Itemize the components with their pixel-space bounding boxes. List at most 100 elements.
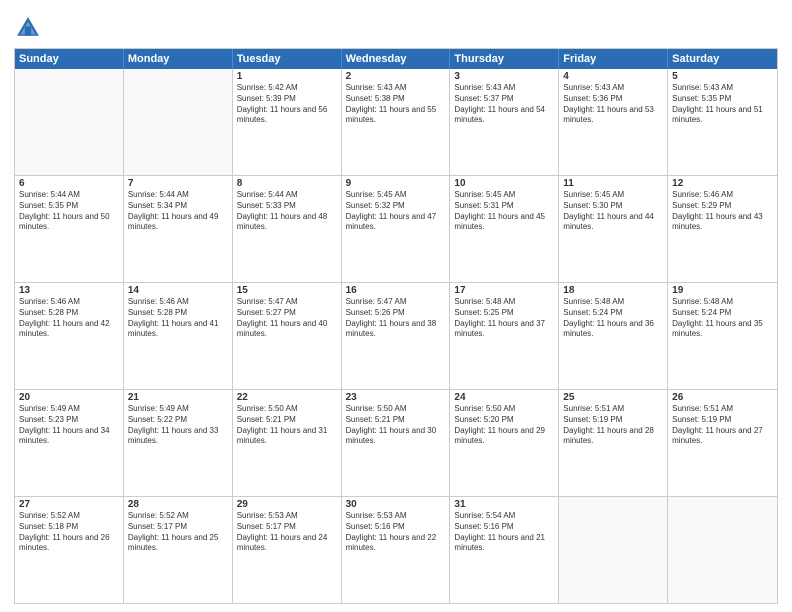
calendar-day-25: 25Sunrise: 5:51 AM Sunset: 5:19 PM Dayli… — [559, 390, 668, 496]
day-info: Sunrise: 5:44 AM Sunset: 5:34 PM Dayligh… — [128, 190, 228, 233]
day-info: Sunrise: 5:43 AM Sunset: 5:36 PM Dayligh… — [563, 83, 663, 126]
day-number: 31 — [454, 499, 554, 510]
weekday-header-wednesday: Wednesday — [342, 49, 451, 69]
calendar-day-5: 5Sunrise: 5:43 AM Sunset: 5:35 PM Daylig… — [668, 69, 777, 175]
day-number: 23 — [346, 392, 446, 403]
day-info: Sunrise: 5:50 AM Sunset: 5:21 PM Dayligh… — [237, 404, 337, 447]
day-number: 4 — [563, 71, 663, 82]
calendar-day-18: 18Sunrise: 5:48 AM Sunset: 5:24 PM Dayli… — [559, 283, 668, 389]
calendar: SundayMondayTuesdayWednesdayThursdayFrid… — [14, 48, 778, 604]
day-info: Sunrise: 5:48 AM Sunset: 5:24 PM Dayligh… — [563, 297, 663, 340]
day-number: 24 — [454, 392, 554, 403]
day-info: Sunrise: 5:48 AM Sunset: 5:24 PM Dayligh… — [672, 297, 773, 340]
calendar-day-8: 8Sunrise: 5:44 AM Sunset: 5:33 PM Daylig… — [233, 176, 342, 282]
day-info: Sunrise: 5:48 AM Sunset: 5:25 PM Dayligh… — [454, 297, 554, 340]
day-number: 18 — [563, 285, 663, 296]
calendar-day-11: 11Sunrise: 5:45 AM Sunset: 5:30 PM Dayli… — [559, 176, 668, 282]
day-number: 10 — [454, 178, 554, 189]
day-number: 29 — [237, 499, 337, 510]
day-info: Sunrise: 5:52 AM Sunset: 5:17 PM Dayligh… — [128, 511, 228, 554]
calendar-day-20: 20Sunrise: 5:49 AM Sunset: 5:23 PM Dayli… — [15, 390, 124, 496]
day-number: 8 — [237, 178, 337, 189]
day-info: Sunrise: 5:42 AM Sunset: 5:39 PM Dayligh… — [237, 83, 337, 126]
calendar-day-3: 3Sunrise: 5:43 AM Sunset: 5:37 PM Daylig… — [450, 69, 559, 175]
calendar-day-13: 13Sunrise: 5:46 AM Sunset: 5:28 PM Dayli… — [15, 283, 124, 389]
day-number: 19 — [672, 285, 773, 296]
day-number: 5 — [672, 71, 773, 82]
calendar-row-3: 13Sunrise: 5:46 AM Sunset: 5:28 PM Dayli… — [15, 283, 777, 390]
header — [14, 10, 778, 42]
day-info: Sunrise: 5:52 AM Sunset: 5:18 PM Dayligh… — [19, 511, 119, 554]
calendar-day-6: 6Sunrise: 5:44 AM Sunset: 5:35 PM Daylig… — [15, 176, 124, 282]
day-number: 26 — [672, 392, 773, 403]
day-number: 27 — [19, 499, 119, 510]
calendar-day-27: 27Sunrise: 5:52 AM Sunset: 5:18 PM Dayli… — [15, 497, 124, 603]
day-info: Sunrise: 5:47 AM Sunset: 5:26 PM Dayligh… — [346, 297, 446, 340]
day-info: Sunrise: 5:46 AM Sunset: 5:28 PM Dayligh… — [128, 297, 228, 340]
calendar-day-21: 21Sunrise: 5:49 AM Sunset: 5:22 PM Dayli… — [124, 390, 233, 496]
day-number: 12 — [672, 178, 773, 189]
calendar-day-30: 30Sunrise: 5:53 AM Sunset: 5:16 PM Dayli… — [342, 497, 451, 603]
day-number: 2 — [346, 71, 446, 82]
day-info: Sunrise: 5:45 AM Sunset: 5:31 PM Dayligh… — [454, 190, 554, 233]
weekday-header-thursday: Thursday — [450, 49, 559, 69]
calendar-day-7: 7Sunrise: 5:44 AM Sunset: 5:34 PM Daylig… — [124, 176, 233, 282]
page: SundayMondayTuesdayWednesdayThursdayFrid… — [0, 0, 792, 612]
day-info: Sunrise: 5:50 AM Sunset: 5:20 PM Dayligh… — [454, 404, 554, 447]
day-number: 9 — [346, 178, 446, 189]
calendar-cell-empty — [559, 497, 668, 603]
day-number: 28 — [128, 499, 228, 510]
day-number: 20 — [19, 392, 119, 403]
day-number: 7 — [128, 178, 228, 189]
calendar-day-1: 1Sunrise: 5:42 AM Sunset: 5:39 PM Daylig… — [233, 69, 342, 175]
calendar-day-29: 29Sunrise: 5:53 AM Sunset: 5:17 PM Dayli… — [233, 497, 342, 603]
day-number: 11 — [563, 178, 663, 189]
calendar-day-9: 9Sunrise: 5:45 AM Sunset: 5:32 PM Daylig… — [342, 176, 451, 282]
calendar-day-15: 15Sunrise: 5:47 AM Sunset: 5:27 PM Dayli… — [233, 283, 342, 389]
day-info: Sunrise: 5:54 AM Sunset: 5:16 PM Dayligh… — [454, 511, 554, 554]
day-number: 30 — [346, 499, 446, 510]
day-number: 15 — [237, 285, 337, 296]
calendar-day-26: 26Sunrise: 5:51 AM Sunset: 5:19 PM Dayli… — [668, 390, 777, 496]
day-info: Sunrise: 5:50 AM Sunset: 5:21 PM Dayligh… — [346, 404, 446, 447]
day-number: 17 — [454, 285, 554, 296]
calendar-cell-empty — [668, 497, 777, 603]
day-info: Sunrise: 5:51 AM Sunset: 5:19 PM Dayligh… — [672, 404, 773, 447]
day-info: Sunrise: 5:49 AM Sunset: 5:23 PM Dayligh… — [19, 404, 119, 447]
day-info: Sunrise: 5:43 AM Sunset: 5:37 PM Dayligh… — [454, 83, 554, 126]
day-info: Sunrise: 5:47 AM Sunset: 5:27 PM Dayligh… — [237, 297, 337, 340]
day-number: 13 — [19, 285, 119, 296]
logo-icon — [14, 14, 42, 42]
calendar-day-16: 16Sunrise: 5:47 AM Sunset: 5:26 PM Dayli… — [342, 283, 451, 389]
calendar-day-12: 12Sunrise: 5:46 AM Sunset: 5:29 PM Dayli… — [668, 176, 777, 282]
day-info: Sunrise: 5:45 AM Sunset: 5:30 PM Dayligh… — [563, 190, 663, 233]
calendar-day-22: 22Sunrise: 5:50 AM Sunset: 5:21 PM Dayli… — [233, 390, 342, 496]
calendar-row-2: 6Sunrise: 5:44 AM Sunset: 5:35 PM Daylig… — [15, 176, 777, 283]
day-number: 1 — [237, 71, 337, 82]
calendar-body: 1Sunrise: 5:42 AM Sunset: 5:39 PM Daylig… — [15, 69, 777, 603]
day-number: 6 — [19, 178, 119, 189]
calendar-day-23: 23Sunrise: 5:50 AM Sunset: 5:21 PM Dayli… — [342, 390, 451, 496]
calendar-day-19: 19Sunrise: 5:48 AM Sunset: 5:24 PM Dayli… — [668, 283, 777, 389]
calendar-day-14: 14Sunrise: 5:46 AM Sunset: 5:28 PM Dayli… — [124, 283, 233, 389]
day-info: Sunrise: 5:46 AM Sunset: 5:28 PM Dayligh… — [19, 297, 119, 340]
calendar-day-24: 24Sunrise: 5:50 AM Sunset: 5:20 PM Dayli… — [450, 390, 559, 496]
calendar-day-2: 2Sunrise: 5:43 AM Sunset: 5:38 PM Daylig… — [342, 69, 451, 175]
day-info: Sunrise: 5:53 AM Sunset: 5:17 PM Dayligh… — [237, 511, 337, 554]
calendar-row-1: 1Sunrise: 5:42 AM Sunset: 5:39 PM Daylig… — [15, 69, 777, 176]
calendar-day-4: 4Sunrise: 5:43 AM Sunset: 5:36 PM Daylig… — [559, 69, 668, 175]
day-number: 14 — [128, 285, 228, 296]
weekday-header-monday: Monday — [124, 49, 233, 69]
logo — [14, 14, 46, 42]
day-info: Sunrise: 5:43 AM Sunset: 5:38 PM Dayligh… — [346, 83, 446, 126]
day-info: Sunrise: 5:44 AM Sunset: 5:35 PM Dayligh… — [19, 190, 119, 233]
calendar-header: SundayMondayTuesdayWednesdayThursdayFrid… — [15, 49, 777, 69]
day-number: 21 — [128, 392, 228, 403]
calendar-day-31: 31Sunrise: 5:54 AM Sunset: 5:16 PM Dayli… — [450, 497, 559, 603]
calendar-day-28: 28Sunrise: 5:52 AM Sunset: 5:17 PM Dayli… — [124, 497, 233, 603]
day-info: Sunrise: 5:45 AM Sunset: 5:32 PM Dayligh… — [346, 190, 446, 233]
day-info: Sunrise: 5:44 AM Sunset: 5:33 PM Dayligh… — [237, 190, 337, 233]
calendar-cell-empty — [124, 69, 233, 175]
weekday-header-tuesday: Tuesday — [233, 49, 342, 69]
day-number: 3 — [454, 71, 554, 82]
